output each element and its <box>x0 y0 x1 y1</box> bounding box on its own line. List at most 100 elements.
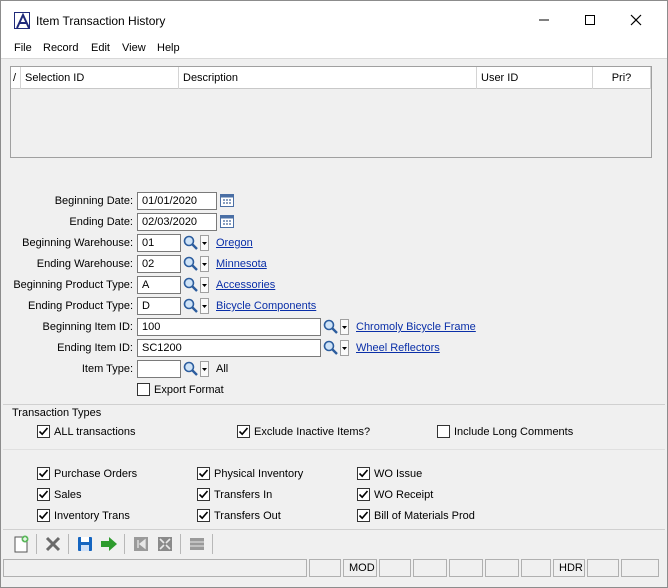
grid-header: / Selection ID Description User ID Pri? <box>11 67 651 89</box>
beginning-warehouse-input[interactable]: 01 <box>137 234 181 252</box>
calendar-icon[interactable] <box>219 192 237 210</box>
ending-warehouse-link[interactable]: Minnesota <box>216 258 267 270</box>
menu-view[interactable]: View <box>122 42 146 54</box>
status-bar: MOD HDR <box>1 558 667 578</box>
ending-product-type-input[interactable]: D <box>137 297 181 315</box>
status-cell <box>379 559 411 577</box>
beginning-date-input[interactable]: 01/01/2020 <box>137 192 217 210</box>
beginning-date-label: Beginning Date: <box>54 195 133 207</box>
wo-receipt-label: WO Receipt <box>374 489 434 501</box>
beginning-product-type-input[interactable]: A <box>137 276 181 294</box>
ending-item-id-input[interactable]: SC1200 <box>137 339 321 357</box>
beginning-product-type-label: Beginning Product Type: <box>13 279 133 291</box>
app-logo-icon <box>14 12 30 29</box>
search-icon[interactable] <box>322 339 340 357</box>
transfers-out-checkbox[interactable] <box>197 509 210 522</box>
beginning-item-id-link[interactable]: Chromoly Bicycle Frame <box>356 321 476 333</box>
export-format-checkbox[interactable] <box>137 383 150 396</box>
checkmark-icon <box>38 490 49 499</box>
grid-button[interactable] <box>186 533 208 555</box>
status-cell <box>587 559 619 577</box>
item-type-label: Item Type: <box>81 363 133 375</box>
beginning-item-id-input[interactable]: 100 <box>137 318 321 336</box>
search-icon[interactable] <box>182 360 200 378</box>
dropdown-arrow-icon[interactable] <box>340 319 349 335</box>
delete-icon <box>45 536 61 552</box>
status-cell <box>521 559 551 577</box>
inventory-trans-checkbox[interactable] <box>37 509 50 522</box>
ending-product-type-link[interactable]: Bicycle Components <box>216 300 316 312</box>
run-arrow-icon <box>101 537 117 551</box>
search-icon[interactable] <box>322 318 340 336</box>
delete-button[interactable] <box>42 533 64 555</box>
save-button[interactable] <box>74 533 96 555</box>
include-long-comments-checkbox[interactable] <box>437 425 450 438</box>
search-icon[interactable] <box>182 297 200 315</box>
column-selection-id[interactable]: Selection ID <box>21 67 179 89</box>
column-pri[interactable]: Pri? <box>593 67 651 89</box>
checkmark-icon <box>198 469 209 478</box>
item-type-input[interactable] <box>137 360 181 378</box>
dropdown-arrow-icon[interactable] <box>200 235 209 251</box>
toolbar-separator <box>212 534 213 554</box>
search-icon[interactable] <box>182 234 200 252</box>
search-icon[interactable] <box>182 255 200 273</box>
bill-of-materials-prod-label: Bill of Materials Prod <box>374 510 475 522</box>
dropdown-arrow-icon[interactable] <box>200 277 209 293</box>
transfers-out-label: Transfers Out <box>214 510 281 522</box>
calendar-icon[interactable] <box>219 213 237 231</box>
toolbar-separator <box>68 534 69 554</box>
menu-help[interactable]: Help <box>157 42 180 54</box>
dropdown-arrow-icon[interactable] <box>200 256 209 272</box>
purchase-orders-checkbox[interactable] <box>37 467 50 480</box>
transaction-types-heading: Transaction Types <box>12 407 102 419</box>
wo-issue-label: WO Issue <box>374 468 423 480</box>
minimize-button[interactable] <box>521 1 567 39</box>
first-record-button[interactable] <box>130 533 152 555</box>
collapse-button[interactable] <box>154 533 176 555</box>
new-record-button[interactable] <box>10 533 32 555</box>
all-transactions-label: ALL transactions <box>54 426 136 438</box>
close-button[interactable] <box>613 1 659 39</box>
search-icon[interactable] <box>182 276 200 294</box>
save-icon <box>78 537 92 551</box>
dropdown-arrow-icon[interactable] <box>200 361 209 377</box>
column-description[interactable]: Description <box>179 67 477 89</box>
maximize-button[interactable] <box>567 1 613 39</box>
menu-record[interactable]: Record <box>43 42 78 54</box>
ending-date-label: Ending Date: <box>69 216 133 228</box>
wo-issue-checkbox[interactable] <box>357 467 370 480</box>
close-icon <box>630 14 642 26</box>
ending-warehouse-label: Ending Warehouse: <box>36 258 133 270</box>
sales-label: Sales <box>54 489 82 501</box>
column-user-id[interactable]: User ID <box>477 67 593 89</box>
status-cell <box>413 559 447 577</box>
sales-checkbox[interactable] <box>37 488 50 501</box>
bill-of-materials-prod-checkbox[interactable] <box>357 509 370 522</box>
wo-receipt-checkbox[interactable] <box>357 488 370 501</box>
ending-date-input[interactable]: 02/03/2020 <box>137 213 217 231</box>
checkmark-icon <box>358 511 369 520</box>
physical-inventory-checkbox[interactable] <box>197 467 210 480</box>
beginning-product-type-link[interactable]: Accessories <box>216 279 275 291</box>
beginning-warehouse-link[interactable]: Oregon <box>216 237 253 249</box>
transfers-in-checkbox[interactable] <box>197 488 210 501</box>
toolbar-separator <box>124 534 125 554</box>
ending-item-id-link[interactable]: Wheel Reflectors <box>356 342 440 354</box>
menu-edit[interactable]: Edit <box>91 42 110 54</box>
all-transactions-checkbox[interactable] <box>37 425 50 438</box>
dropdown-arrow-icon[interactable] <box>340 340 349 356</box>
first-record-icon <box>134 537 148 551</box>
purchase-orders-label: Purchase Orders <box>54 468 138 480</box>
run-button[interactable] <box>98 533 120 555</box>
minimize-icon <box>539 19 549 21</box>
dropdown-arrow-icon[interactable] <box>200 298 209 314</box>
status-cell <box>309 559 341 577</box>
ending-warehouse-input[interactable]: 02 <box>137 255 181 273</box>
maximize-icon <box>585 15 595 25</box>
grid-sort-marker[interactable]: / <box>11 67 21 89</box>
checkmark-icon <box>238 427 249 436</box>
exclude-inactive-checkbox[interactable] <box>237 425 250 438</box>
menu-file[interactable]: File <box>14 42 32 54</box>
selection-grid[interactable]: / Selection ID Description User ID Pri? <box>10 66 652 158</box>
